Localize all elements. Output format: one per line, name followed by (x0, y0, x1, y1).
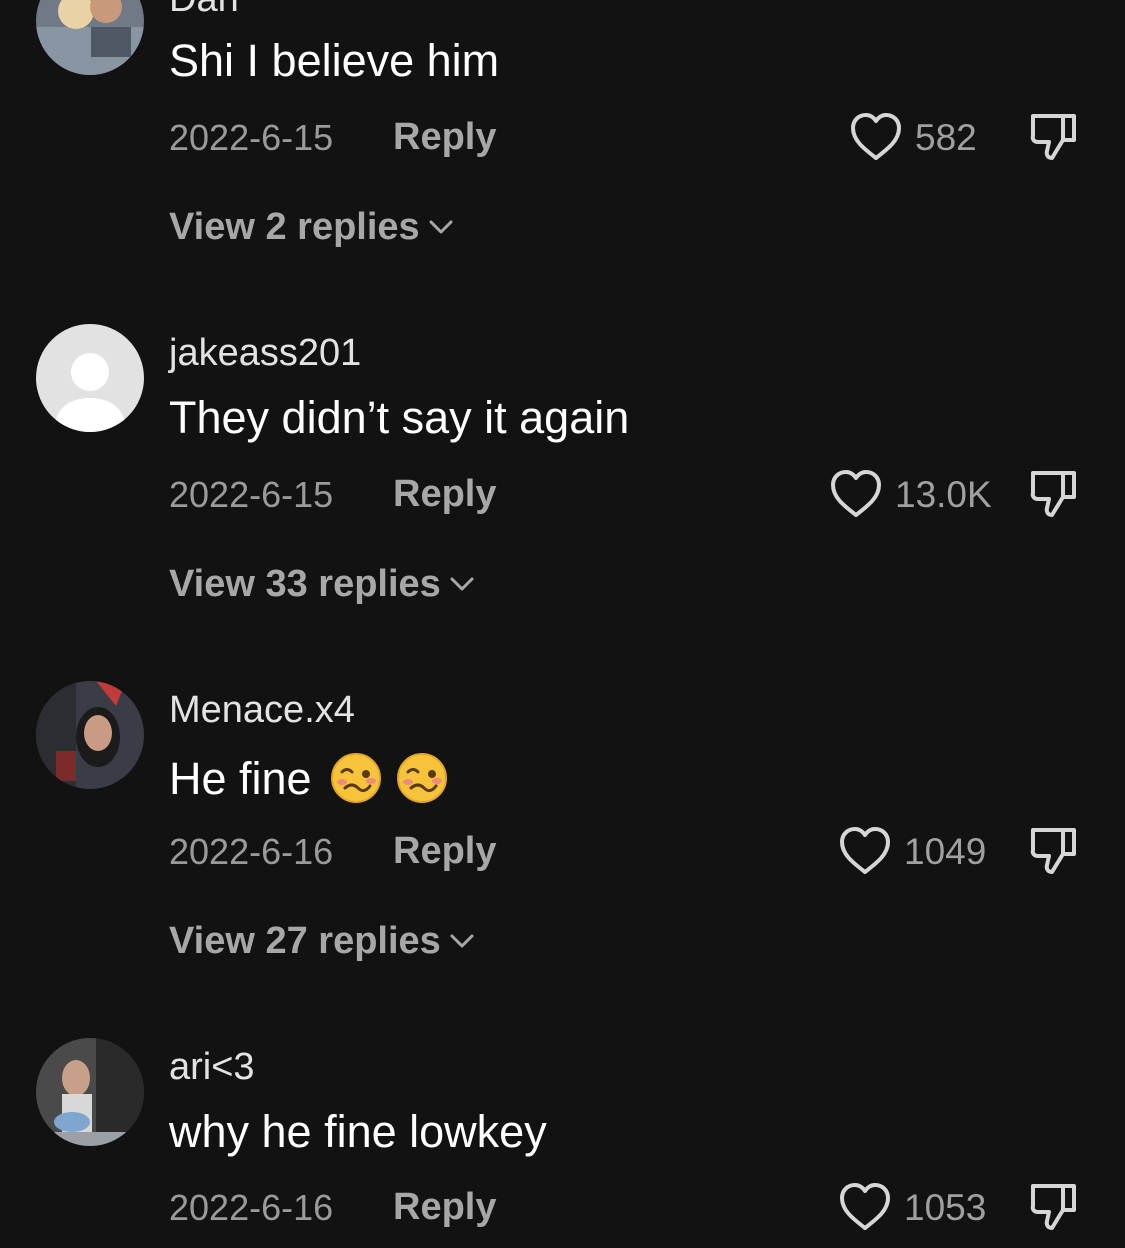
comment-date: 2022-6-16 (169, 831, 334, 872)
reply-button[interactable]: Reply (393, 118, 496, 156)
woozy-face-emoji-icon (396, 753, 447, 803)
like-button[interactable]: 1049 (838, 826, 986, 876)
heart-outline-icon (831, 470, 881, 517)
thumbs-down-icon[interactable] (1027, 467, 1081, 521)
view-replies-label: View 27 replies (169, 920, 441, 962)
comment-text-content: He fine (169, 752, 312, 804)
woozy-face-emoji-icon (330, 753, 381, 803)
comment-text: why he fine lowkey (169, 1109, 547, 1154)
comment-username[interactable]: Dan (169, 0, 239, 18)
reply-button[interactable]: Reply (393, 475, 496, 513)
avatar[interactable] (36, 1038, 144, 1146)
comment-text: Shi I believe him (169, 38, 499, 83)
comment-text: He fine (169, 752, 448, 804)
chevron-down-icon (450, 934, 474, 948)
comment-username[interactable]: jakeass201 (169, 334, 361, 372)
reply-button[interactable]: Reply (393, 1188, 496, 1226)
avatar[interactable] (36, 324, 144, 432)
comment-username[interactable]: ari<3 (169, 1048, 255, 1086)
like-count: 13.0K (895, 473, 992, 515)
thumbs-down-icon[interactable] (1027, 824, 1081, 878)
avatar[interactable] (36, 0, 144, 75)
like-count: 1049 (904, 830, 987, 872)
chevron-down-icon (450, 577, 474, 591)
like-count: 582 (915, 116, 977, 158)
avatar[interactable] (36, 681, 144, 789)
view-replies-button[interactable]: View 27 replies (169, 922, 475, 960)
heart-outline-icon (851, 113, 901, 160)
thumbs-down-icon[interactable] (1027, 110, 1081, 164)
comment-text-content: Shi I believe him (169, 35, 500, 86)
reply-button[interactable]: Reply (393, 832, 496, 870)
like-button[interactable]: 1053 (838, 1182, 986, 1232)
view-replies-button[interactable]: View 33 replies (169, 565, 475, 603)
like-button[interactable]: 13.0K (829, 469, 992, 519)
comment-date: 2022-6-15 (169, 474, 334, 515)
comment-text-content: why he fine lowkey (169, 1106, 547, 1157)
thumbs-down-icon[interactable] (1027, 1180, 1081, 1234)
view-replies-label: View 2 replies (169, 206, 420, 248)
heart-outline-icon (840, 827, 890, 874)
like-count: 1053 (904, 1186, 987, 1228)
comment-text-content: They didn’t say it again (169, 392, 630, 443)
chevron-down-icon (429, 220, 453, 234)
view-replies-button[interactable]: View 2 replies (169, 208, 454, 246)
comment-username[interactable]: Menace.x4 (169, 691, 355, 729)
comment-text: They didn’t say it again (169, 395, 629, 440)
view-replies-label: View 33 replies (169, 563, 441, 605)
heart-outline-icon (840, 1183, 890, 1230)
comment-date: 2022-6-15 (169, 117, 334, 158)
comment-date: 2022-6-16 (169, 1187, 334, 1228)
like-button[interactable]: 582 (849, 112, 977, 162)
